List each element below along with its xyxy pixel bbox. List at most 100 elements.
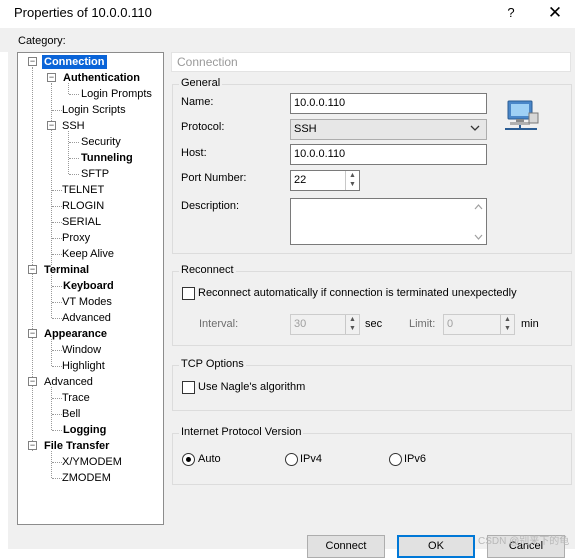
tree-connector [52,398,62,399]
radio-ipv4-label[interactable]: IPv4 [300,453,322,465]
tree-connector [52,414,62,415]
tree-item-keep-alive[interactable]: Keep Alive [62,247,114,261]
category-tree[interactable]: − − − − − − − Connection Authentication … [17,52,164,525]
radio-ipv4[interactable] [285,453,298,466]
title-bar: Properties of 10.0.0.110 ? ✕ [0,0,575,28]
description-textarea[interactable] [290,198,487,245]
reconnect-group-label: Reconnect [179,264,236,276]
spin-down-icon[interactable]: ▼ [346,180,359,189]
tree-item-serial[interactable]: SERIAL [62,215,101,229]
help-button[interactable]: ? [496,2,526,24]
tree-item-login-prompts[interactable]: Login Prompts [81,87,152,101]
protocol-select[interactable]: SSH [290,119,487,140]
tree-item-terminal[interactable]: Terminal [44,263,89,277]
tree-item-rlogin[interactable]: RLOGIN [62,199,104,213]
interval-label: Interval: [199,318,239,330]
tree-item-connection[interactable]: Connection [42,55,107,69]
tree-item-ssh[interactable]: SSH [62,119,85,133]
ip-version-group: Internet Protocol Version [172,426,572,485]
tree-connector [69,94,79,95]
scroll-arrows-icon[interactable] [474,203,483,241]
tree-item-bell[interactable]: Bell [62,407,80,421]
tree-item-keyboard[interactable]: Keyboard [63,279,114,293]
tree-item-sftp[interactable]: SFTP [81,167,109,181]
tree-connector [52,350,62,351]
name-label: Name: [181,96,214,108]
tree-connector [52,302,62,303]
collapse-icon[interactable]: − [28,265,37,274]
reconnect-checkbox[interactable] [182,287,195,300]
tree-item-logging[interactable]: Logging [63,423,106,437]
reconnect-checkbox-label[interactable]: Reconnect automatically if connection is… [198,287,517,299]
radio-auto[interactable] [182,453,195,466]
radio-ipv6-label[interactable]: IPv6 [404,453,426,465]
tree-item-file-transfer[interactable]: File Transfer [44,439,109,453]
left-edge [0,52,8,549]
collapse-icon[interactable]: − [28,57,37,66]
category-label: Category: [18,35,66,47]
tree-connector [52,478,62,479]
radio-auto-label[interactable]: Auto [198,453,221,465]
host-input[interactable]: 10.0.0.110 [290,144,487,165]
ip-version-label: Internet Protocol Version [179,426,304,438]
spin-up-icon: ▲ [504,316,511,323]
tree-connector [52,430,62,431]
tree-connector [69,174,79,175]
chevron-down-icon [470,125,480,131]
port-input[interactable]: 22 ▲ ▼ [290,170,360,191]
tree-item-proxy[interactable]: Proxy [62,231,90,245]
protocol-value: SSH [294,123,317,135]
nagle-checkbox-label[interactable]: Use Nagle's algorithm [198,381,305,393]
connect-button[interactable]: Connect [307,535,385,558]
spin-up-icon[interactable]: ▲ [346,171,359,180]
close-button[interactable]: ✕ [540,2,570,24]
nagle-checkbox[interactable] [182,381,195,394]
port-spinner[interactable]: ▲ ▼ [345,171,359,190]
tree-item-trace[interactable]: Trace [62,391,90,405]
tree-connector [52,318,62,319]
description-label: Description: [181,200,240,212]
tree-item-zmodem[interactable]: ZMODEM [62,471,111,485]
collapse-icon[interactable]: − [47,73,56,82]
tree-connector [52,286,62,287]
host-label: Host: [181,147,207,159]
interval-spinner: ▲ ▼ [345,315,359,334]
tree-item-telnet[interactable]: TELNET [62,183,104,197]
interval-input: 30 ▲ ▼ [290,314,360,335]
limit-input: 0 ▲ ▼ [443,314,515,335]
tree-item-login-scripts[interactable]: Login Scripts [62,103,126,117]
tree-item-appearance[interactable]: Appearance [44,327,107,341]
collapse-icon[interactable]: − [28,329,37,338]
collapse-icon[interactable]: − [47,121,56,130]
tree-connector [52,222,62,223]
name-input[interactable]: 10.0.0.110 [290,93,487,114]
tree-item-highlight[interactable]: Highlight [62,359,105,373]
radio-ipv6[interactable] [389,453,402,466]
tree-item-security[interactable]: Security [81,135,121,149]
ok-button[interactable]: OK [397,535,475,558]
interval-unit: sec [365,318,383,330]
limit-unit: min [521,318,539,330]
tree-connector [52,110,62,111]
tree-item-tunneling[interactable]: Tunneling [81,151,133,165]
tree-item-authentication[interactable]: Authentication [63,71,140,85]
tree-connector [52,366,62,367]
spin-down-icon: ▼ [349,325,356,332]
general-group-label: General [179,77,223,89]
tree-connector [52,254,62,255]
tree-item-terminal-advanced[interactable]: Advanced [62,311,111,325]
tree-item-xymodem[interactable]: X/YMODEM [62,455,122,469]
window-title: Properties of 10.0.0.110 [14,5,152,20]
tree-item-vt-modes[interactable]: VT Modes [62,295,112,309]
tree-connector [69,158,79,159]
spin-down-icon: ▼ [504,325,511,332]
tree-item-window[interactable]: Window [62,343,101,357]
collapse-icon[interactable]: − [28,441,37,450]
tree-item-advanced[interactable]: Advanced [44,375,93,389]
tree-connector [51,451,52,478]
collapse-icon[interactable]: − [28,377,37,386]
limit-label: Limit: [409,318,436,330]
protocol-label: Protocol: [181,121,225,133]
interval-value: 30 [294,318,307,330]
port-value: 22 [294,174,307,186]
